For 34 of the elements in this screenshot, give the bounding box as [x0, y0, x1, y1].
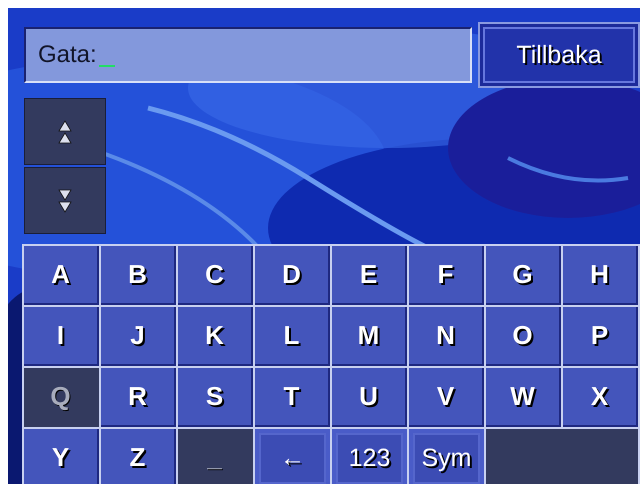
scroll-up-button[interactable]	[24, 98, 106, 165]
keyboard-key[interactable]: A	[24, 246, 99, 305]
function-key[interactable]: Sym	[409, 429, 484, 484]
keyboard-key[interactable]: D	[255, 246, 330, 305]
text-cursor	[98, 65, 115, 67]
keyboard-key[interactable]: W	[486, 368, 561, 427]
function-key[interactable]: 123	[332, 429, 407, 484]
keyboard-key[interactable]: Y	[24, 429, 99, 484]
field-label: Gata:	[38, 41, 97, 69]
keyboard-key[interactable]: S	[178, 368, 253, 427]
scroll-down-button[interactable]	[24, 167, 106, 234]
keyboard-key[interactable]: Z	[101, 429, 176, 484]
keyboard-key[interactable]: J	[101, 307, 176, 366]
keyboard-key[interactable]: E	[332, 246, 407, 305]
keyboard-key[interactable]: C	[178, 246, 253, 305]
keyboard-key[interactable]: G	[486, 246, 561, 305]
function-key[interactable]: ←	[255, 429, 330, 484]
keyboard-key[interactable]: R	[101, 368, 176, 427]
keyboard-key[interactable]: M	[332, 307, 407, 366]
keyboard-key[interactable]: F	[409, 246, 484, 305]
keyboard-key[interactable]: H	[563, 246, 638, 305]
keyboard-key[interactable]: K	[178, 307, 253, 366]
keyboard-key[interactable]: X	[563, 368, 638, 427]
keyboard-key[interactable]: N	[409, 307, 484, 366]
keyboard-key[interactable]: I	[24, 307, 99, 366]
input-field[interactable]: Gata:	[24, 27, 472, 83]
keyboard-key[interactable]: O	[486, 307, 561, 366]
keyboard-key[interactable]: P	[563, 307, 638, 366]
keyboard-key[interactable]: U	[332, 368, 407, 427]
keyboard-key[interactable]: T	[255, 368, 330, 427]
back-button[interactable]: Tillbaka	[483, 27, 635, 83]
keyboard-key[interactable]: L	[255, 307, 330, 366]
keyboard-key[interactable]: B	[101, 246, 176, 305]
keyboard-key[interactable]: V	[409, 368, 484, 427]
